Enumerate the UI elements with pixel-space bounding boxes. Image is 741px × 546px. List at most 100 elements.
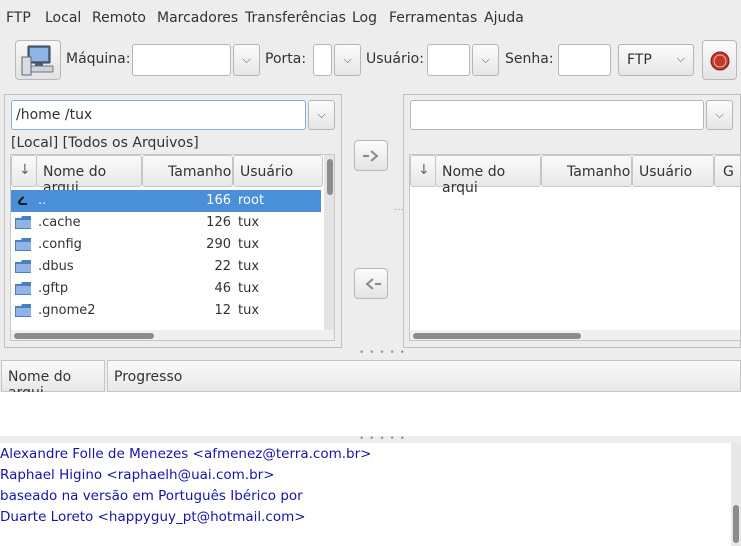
host-input[interactable] [132, 44, 231, 76]
scroll-thumb[interactable] [14, 333, 154, 339]
remote-file-list[interactable]: ↓ Nome do arqui Tamanho Usuário G [409, 154, 741, 341]
local-horizontal-scrollbar[interactable] [11, 330, 334, 340]
remote-horizontal-scrollbar[interactable] [410, 330, 740, 340]
remote-path-input[interactable] [410, 100, 704, 130]
download-button[interactable] [354, 268, 388, 299]
file-row[interactable]: .gftp 46 tux [11, 278, 321, 300]
file-size: 166 [206, 193, 231, 208]
up-folder-icon [17, 196, 27, 205]
stop-icon [710, 51, 730, 71]
menu-remoto[interactable]: Remoto [92, 10, 146, 26]
file-row[interactable]: .dbus 22 tux [11, 256, 321, 278]
file-user: root [238, 193, 265, 208]
local-filter-label: [Local] [Todos os Arquivos] [11, 135, 199, 151]
menu-ftp[interactable]: FTP [6, 10, 31, 26]
scroll-thumb[interactable] [327, 159, 333, 195]
file-size: 22 [214, 259, 231, 274]
file-name: .dbus [38, 259, 74, 274]
arrow-right-icon [362, 150, 379, 162]
user-label: Usuário: [366, 51, 424, 67]
column-name[interactable]: Nome do arqui [36, 155, 142, 196]
port-input[interactable] [313, 44, 332, 76]
sort-column-header[interactable]: ↓ [11, 155, 37, 187]
password-label: Senha: [505, 51, 554, 67]
log-vertical-scrollbar[interactable] [731, 443, 741, 546]
file-name: .config [38, 237, 82, 252]
sort-column-header[interactable]: ↓ [410, 155, 436, 187]
local-path-input[interactable]: /home /tux [11, 100, 306, 130]
file-size: 290 [206, 237, 231, 252]
scroll-thumb[interactable] [733, 505, 739, 543]
file-name: .gftp [38, 281, 69, 296]
chevron-down-icon: ⌵ [242, 53, 251, 66]
port-label: Porta: [265, 51, 307, 67]
file-user: tux [238, 259, 260, 274]
menu-ajuda[interactable]: Ajuda [484, 10, 524, 26]
sort-arrow-icon: ↓ [418, 162, 430, 178]
log-line: Raphael Higino <raphaelh@uai.com.br> [0, 467, 275, 483]
menubar: FTP Local Remoto Marcadores Transferênci… [0, 0, 741, 36]
vertical-splitter-grip[interactable]: • • • • • [359, 348, 406, 358]
protocol-select[interactable]: FTP ⌵ [618, 44, 694, 76]
host-label: Máquina: [66, 51, 131, 67]
transfer-list[interactable] [0, 392, 741, 436]
log-line: baseado na versão em Português Ibérico p… [0, 488, 303, 504]
folder-icon [15, 216, 31, 229]
file-name: .. [38, 193, 47, 208]
file-row[interactable]: .config 290 tux [11, 234, 321, 256]
host-dropdown-button[interactable]: ⌵ [233, 44, 260, 76]
pane-splitter-grip[interactable]: ⋮ [393, 205, 403, 215]
column-size[interactable]: Tamanho [142, 155, 233, 187]
file-name: .gnome2 [38, 303, 96, 318]
column-user[interactable]: Usuário [233, 155, 323, 187]
column-user[interactable]: Usuário [632, 155, 714, 187]
folder-icon [15, 238, 31, 251]
log-view[interactable]: Alexandre Folle de Menezes <afmenez@terr… [0, 443, 741, 546]
file-size: 12 [214, 303, 231, 318]
file-user: tux [238, 215, 260, 230]
file-user: tux [238, 303, 260, 318]
folder-icon [15, 282, 31, 295]
computer-connect-icon [21, 45, 54, 76]
file-row[interactable]: .gnome2 12 tux [11, 300, 321, 322]
folder-icon [15, 304, 31, 317]
file-size: 126 [206, 215, 231, 230]
column-name[interactable]: Nome do arqui [435, 155, 541, 196]
column-group[interactable]: G [714, 155, 740, 187]
upload-button[interactable] [354, 140, 388, 171]
file-row[interactable]: .. 166 root [11, 190, 321, 212]
file-size: 46 [214, 281, 231, 296]
chevron-down-icon: ⌵ [481, 53, 490, 66]
menu-ferramentas[interactable]: Ferramentas [389, 10, 477, 26]
chevron-down-icon: ⌵ [317, 108, 326, 121]
menu-marcadores[interactable]: Marcadores [157, 10, 238, 26]
sort-arrow-icon: ↓ [19, 162, 31, 178]
transfer-column-progress[interactable]: Progresso [107, 360, 741, 392]
chevron-down-icon: ⌵ [676, 52, 685, 65]
connect-button[interactable] [15, 40, 61, 80]
file-name: .cache [38, 215, 81, 230]
menu-log[interactable]: Log [352, 10, 377, 26]
local-file-list[interactable]: ↓ Nome do arqui Tamanho Usuário .. 166 r… [10, 154, 335, 341]
file-user: tux [238, 237, 260, 252]
chevron-down-icon: ⌵ [715, 108, 724, 121]
file-user: tux [238, 281, 260, 296]
folder-icon [15, 260, 31, 273]
user-dropdown-button[interactable]: ⌵ [472, 44, 499, 76]
protocol-value: FTP [627, 52, 652, 68]
scroll-thumb[interactable] [413, 333, 581, 339]
local-vertical-scrollbar[interactable] [324, 155, 334, 330]
column-size[interactable]: Tamanho [541, 155, 632, 187]
user-input[interactable] [427, 44, 470, 76]
port-dropdown-button[interactable]: ⌵ [334, 44, 361, 76]
chevron-down-icon: ⌵ [343, 53, 352, 66]
log-line: Duarte Loreto <happyguy_pt@hotmail.com> [0, 509, 306, 525]
stop-button[interactable] [702, 40, 737, 80]
local-path-dropdown[interactable]: ⌵ [308, 100, 335, 130]
menu-local[interactable]: Local [45, 10, 81, 26]
remote-path-dropdown[interactable]: ⌵ [706, 100, 733, 130]
password-input[interactable] [558, 44, 611, 76]
menu-transferencias[interactable]: Transferências [245, 10, 346, 26]
file-row[interactable]: .cache 126 tux [11, 212, 321, 234]
transfer-column-name[interactable]: Nome do arqui [1, 360, 105, 401]
